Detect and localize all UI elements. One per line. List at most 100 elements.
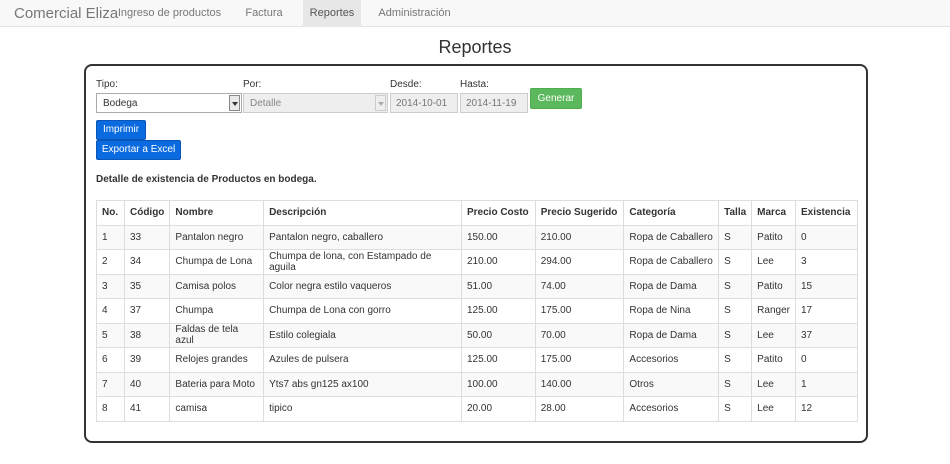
table-cell: 8 bbox=[96, 396, 125, 422]
table-cell: Lee bbox=[751, 371, 796, 397]
column-header: Talla bbox=[718, 200, 753, 226]
table-cell: 20.00 bbox=[460, 396, 536, 422]
table-cell: 40 bbox=[123, 371, 171, 397]
brand-link[interactable]: Comercial Eliza bbox=[14, 5, 118, 22]
desde-date-field[interactable]: 2014-10-01 bbox=[390, 93, 458, 113]
table-cell: 0 bbox=[794, 224, 859, 250]
tipo-select-value: Bodega bbox=[103, 98, 138, 109]
table-row: 4 37 Chumpa Chumpa de Lona con gorro 125.00 1… bbox=[96, 298, 859, 324]
table-cell: Estilo colegiala bbox=[263, 322, 462, 348]
table-cell: Ropa de Dama bbox=[623, 273, 720, 299]
table-cell: Bateria para Moto bbox=[169, 371, 265, 397]
table-cell: Faldas de tela azul bbox=[169, 322, 265, 348]
table-cell: Color negra estilo vaqueros bbox=[263, 273, 462, 299]
table-cell: Accesorios bbox=[623, 347, 720, 373]
nav-factura[interactable]: Factura bbox=[231, 0, 297, 27]
top-navbar: Comercial Eliza Ingreso de productos Fac… bbox=[0, 0, 950, 27]
table-cell: Ranger bbox=[751, 298, 796, 324]
table-cell: 100.00 bbox=[460, 371, 536, 397]
nav-reportes[interactable]: Reportes bbox=[303, 0, 361, 27]
table-cell: 51.00 bbox=[460, 273, 536, 299]
table-cell: Ropa de Nina bbox=[623, 298, 720, 324]
table-cell: 5 bbox=[96, 322, 125, 348]
table-cell: Relojes grandes bbox=[169, 347, 265, 373]
table-cell: Chumpa de Lona con gorro bbox=[263, 298, 462, 324]
desde-label: Desde: bbox=[390, 79, 422, 90]
table-cell: 125.00 bbox=[460, 298, 536, 324]
table-cell: Ropa de Caballero bbox=[623, 224, 720, 250]
generar-button[interactable]: Generar bbox=[530, 88, 582, 109]
table-cell: Azules de pulsera bbox=[263, 347, 462, 373]
column-header: Marca bbox=[751, 200, 796, 226]
table-cell: Chumpa de Lona bbox=[169, 249, 265, 275]
table-cell: 0 bbox=[794, 347, 859, 373]
table-cell: 70.00 bbox=[534, 322, 625, 348]
table-cell: 41 bbox=[123, 396, 171, 422]
table-cell: 294.00 bbox=[534, 249, 625, 275]
table-cell: 50.00 bbox=[460, 322, 536, 348]
table-cell: S bbox=[718, 396, 753, 422]
table-cell: 3 bbox=[794, 249, 859, 275]
column-header: Existencia bbox=[794, 200, 859, 226]
column-header: Nombre bbox=[169, 200, 265, 226]
table-cell: Patito bbox=[751, 273, 796, 299]
hasta-label: Hasta: bbox=[460, 79, 489, 90]
table-cell: 1 bbox=[794, 371, 859, 397]
exportar-excel-button[interactable]: Exportar a Excel bbox=[96, 140, 181, 160]
table-cell: 12 bbox=[794, 396, 859, 422]
table-cell: 4 bbox=[96, 298, 125, 324]
column-header: Categoría bbox=[623, 200, 720, 226]
table-cell: Pantalon negro, caballero bbox=[263, 224, 462, 250]
table-cell: 140.00 bbox=[534, 371, 625, 397]
por-select-value: Detalle bbox=[250, 98, 282, 109]
chevron-down-icon bbox=[375, 95, 386, 111]
imprimir-button[interactable]: Imprimir bbox=[96, 120, 146, 140]
table-cell: Chumpa bbox=[169, 298, 265, 324]
table-header-row: No. Código Nombre Descripción Precio Costo Pr… bbox=[96, 200, 859, 226]
table-cell: 150.00 bbox=[460, 224, 536, 250]
table-cell: S bbox=[718, 371, 753, 397]
table-cell: 1 bbox=[96, 224, 125, 250]
page-title: Reportes bbox=[438, 37, 512, 57]
table-row: 3 35 Camisa polos Color negra estilo vaquer… bbox=[96, 273, 859, 299]
nav-administracion[interactable]: Administración bbox=[369, 0, 460, 27]
table-cell: 6 bbox=[96, 347, 125, 373]
table-row: 5 38 Faldas de tela azul Estilo colegiala 50… bbox=[96, 322, 859, 348]
tipo-select[interactable]: Bodega bbox=[96, 93, 242, 113]
table-cell: S bbox=[718, 347, 753, 373]
hasta-date-field[interactable]: 2014-11-19 bbox=[460, 93, 528, 113]
column-header: Descripción bbox=[263, 200, 462, 226]
table-cell: 74.00 bbox=[534, 273, 625, 299]
table-cell: Patito bbox=[751, 224, 796, 250]
column-header: Precio Costo bbox=[460, 200, 536, 226]
report-panel: Tipo: Bodega Por: Detalle Desde: 2014-10… bbox=[84, 64, 868, 443]
table-row: 2 34 Chumpa de Lona Chumpa de lona, con Est… bbox=[96, 249, 859, 275]
column-header: Precio Sugerido bbox=[534, 200, 625, 226]
table-cell: S bbox=[718, 322, 753, 348]
table-cell: Camisa polos bbox=[169, 273, 265, 299]
table-row: 1 33 Pantalon negro Pantalon negro, caballe… bbox=[96, 224, 859, 250]
table-cell: 35 bbox=[123, 273, 171, 299]
table-cell: Ropa de Caballero bbox=[623, 249, 720, 275]
table-cell: 17 bbox=[794, 298, 859, 324]
table-cell: 175.00 bbox=[534, 298, 625, 324]
nav-ingreso-productos[interactable]: Ingreso de productos bbox=[112, 0, 227, 27]
table-row: 7 40 Bateria para Moto Yts7 abs gn125 ax100… bbox=[96, 371, 859, 397]
table-cell: 33 bbox=[123, 224, 171, 250]
por-label: Por: bbox=[243, 79, 262, 90]
table-row: 8 41 camisa tipico 20.00 28.00 Accesorios S Lee 1… bbox=[96, 396, 859, 422]
table-cell: Lee bbox=[751, 249, 796, 275]
por-select[interactable]: Detalle bbox=[243, 93, 388, 113]
column-header: No. bbox=[96, 200, 125, 226]
table-cell: Yts7 abs gn125 ax100 bbox=[263, 371, 462, 397]
column-header: Código bbox=[123, 200, 171, 226]
report-table: No. Código Nombre Descripción Precio Costo Pr… bbox=[96, 200, 859, 422]
table-cell: 125.00 bbox=[460, 347, 536, 373]
table-cell: S bbox=[718, 273, 753, 299]
table-cell: 2 bbox=[96, 249, 125, 275]
table-cell: Ropa de Dama bbox=[623, 322, 720, 348]
table-cell: 38 bbox=[123, 322, 171, 348]
table-cell: 37 bbox=[123, 298, 171, 324]
table-cell: Pantalon negro bbox=[169, 224, 265, 250]
table-cell: tipico bbox=[263, 396, 462, 422]
